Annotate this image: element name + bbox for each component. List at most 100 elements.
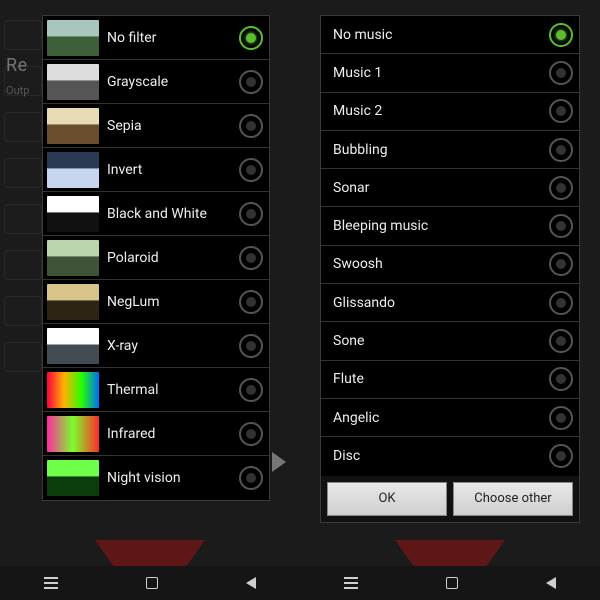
choose-other-button[interactable]: Choose other — [453, 482, 573, 516]
filter-item[interactable]: No filter — [43, 16, 269, 60]
music-label: Bleeping music — [333, 218, 541, 234]
filter-item[interactable]: Infrared — [43, 412, 269, 456]
radio-icon[interactable] — [549, 176, 573, 200]
radio-icon[interactable] — [549, 367, 573, 391]
radio-icon[interactable] — [239, 422, 263, 446]
music-label: Music 2 — [333, 103, 541, 119]
back-icon[interactable] — [546, 577, 556, 589]
back-icon[interactable] — [246, 577, 256, 589]
filter-thumbnail — [47, 152, 99, 188]
music-item[interactable]: Flute — [321, 361, 579, 399]
filter-label: Black and White — [107, 206, 231, 222]
filter-item[interactable]: Sepia — [43, 104, 269, 148]
radio-icon[interactable] — [549, 61, 573, 85]
filter-item[interactable]: Polaroid — [43, 236, 269, 280]
music-item[interactable]: Sone — [321, 322, 579, 360]
bg-subtitle: Outp — [6, 84, 29, 97]
music-item[interactable]: Glissando — [321, 284, 579, 322]
filter-label: Infrared — [107, 426, 231, 442]
radio-icon[interactable] — [549, 138, 573, 162]
filter-label: Invert — [107, 162, 231, 178]
music-label: Angelic — [333, 410, 541, 426]
music-label: Disc — [333, 448, 541, 464]
music-dialog: No music Music 1 Music 2 Bubbling Sonar Bleep… — [320, 15, 580, 523]
music-item[interactable]: Swoosh — [321, 246, 579, 284]
music-label: Swoosh — [333, 256, 541, 272]
music-item[interactable]: Bubbling — [321, 131, 579, 169]
filter-list[interactable]: No filter Grayscale Sepia Invert Black and W… — [43, 16, 269, 500]
music-item[interactable]: Angelic — [321, 399, 579, 437]
ok-button[interactable]: OK — [327, 482, 447, 516]
bg-red-shape — [95, 540, 205, 568]
bg-title: Re — [6, 55, 28, 76]
filter-label: X-ray — [107, 338, 231, 354]
android-navbar-left — [0, 566, 300, 600]
music-label: Flute — [333, 371, 541, 387]
play-arrow-icon — [272, 452, 286, 472]
radio-icon[interactable] — [549, 444, 573, 468]
filter-item[interactable]: Grayscale — [43, 60, 269, 104]
filter-thumbnail — [47, 328, 99, 364]
bg-toolbar — [4, 20, 42, 540]
music-item[interactable]: No music — [321, 16, 579, 54]
filter-item[interactable]: X-ray — [43, 324, 269, 368]
music-label: Glissando — [333, 295, 541, 311]
radio-icon[interactable] — [549, 252, 573, 276]
music-item[interactable]: Disc — [321, 437, 579, 475]
radio-icon[interactable] — [239, 26, 263, 50]
radio-icon[interactable] — [549, 23, 573, 47]
music-item[interactable]: Bleeping music — [321, 207, 579, 245]
music-label: Music 1 — [333, 65, 541, 81]
radio-icon[interactable] — [549, 406, 573, 430]
filter-item[interactable]: Thermal — [43, 368, 269, 412]
radio-icon[interactable] — [239, 158, 263, 182]
filter-thumbnail — [47, 196, 99, 232]
radio-icon[interactable] — [239, 466, 263, 490]
music-list[interactable]: No music Music 1 Music 2 Bubbling Sonar Bleep… — [321, 16, 579, 476]
filter-thumbnail — [47, 20, 99, 56]
radio-icon[interactable] — [549, 99, 573, 123]
home-icon[interactable] — [146, 577, 158, 589]
radio-icon[interactable] — [549, 291, 573, 315]
filter-item[interactable]: Night vision — [43, 456, 269, 500]
radio-icon[interactable] — [549, 214, 573, 238]
radio-icon[interactable] — [239, 378, 263, 402]
radio-icon[interactable] — [239, 246, 263, 270]
filter-label: Polaroid — [107, 250, 231, 266]
bg-red-shape — [395, 540, 505, 568]
radio-icon[interactable] — [239, 114, 263, 138]
filter-thumbnail — [47, 372, 99, 408]
filter-thumbnail — [47, 284, 99, 320]
filter-label: Thermal — [107, 382, 231, 398]
filter-thumbnail — [47, 240, 99, 276]
music-label: No music — [333, 27, 541, 43]
radio-icon[interactable] — [239, 202, 263, 226]
radio-icon[interactable] — [549, 329, 573, 353]
music-item[interactable]: Sonar — [321, 169, 579, 207]
filter-thumbnail — [47, 416, 99, 452]
radio-icon[interactable] — [239, 70, 263, 94]
music-label: Bubbling — [333, 142, 541, 158]
filter-label: Sepia — [107, 118, 231, 134]
filter-thumbnail — [47, 108, 99, 144]
screen-left: Re Outp No filter Grayscale Sepia Invert Bla… — [0, 0, 300, 600]
filter-label: No filter — [107, 30, 231, 46]
radio-icon[interactable] — [239, 290, 263, 314]
recent-apps-icon[interactable] — [344, 582, 358, 584]
filter-item[interactable]: Invert — [43, 148, 269, 192]
radio-icon[interactable] — [239, 334, 263, 358]
music-item[interactable]: Music 1 — [321, 54, 579, 92]
music-label: Sone — [333, 333, 541, 349]
filter-thumbnail — [47, 64, 99, 100]
music-label: Sonar — [333, 180, 541, 196]
filter-label: Grayscale — [107, 74, 231, 90]
home-icon[interactable] — [446, 577, 458, 589]
filter-item[interactable]: NegLum — [43, 280, 269, 324]
recent-apps-icon[interactable] — [44, 582, 58, 584]
screen-right: No music Music 1 Music 2 Bubbling Sonar Bleep… — [300, 0, 600, 600]
android-navbar-right — [300, 566, 600, 600]
filter-dialog: No filter Grayscale Sepia Invert Black and W… — [42, 15, 270, 501]
filter-item[interactable]: Black and White — [43, 192, 269, 236]
filter-thumbnail — [47, 460, 99, 496]
music-item[interactable]: Music 2 — [321, 93, 579, 131]
